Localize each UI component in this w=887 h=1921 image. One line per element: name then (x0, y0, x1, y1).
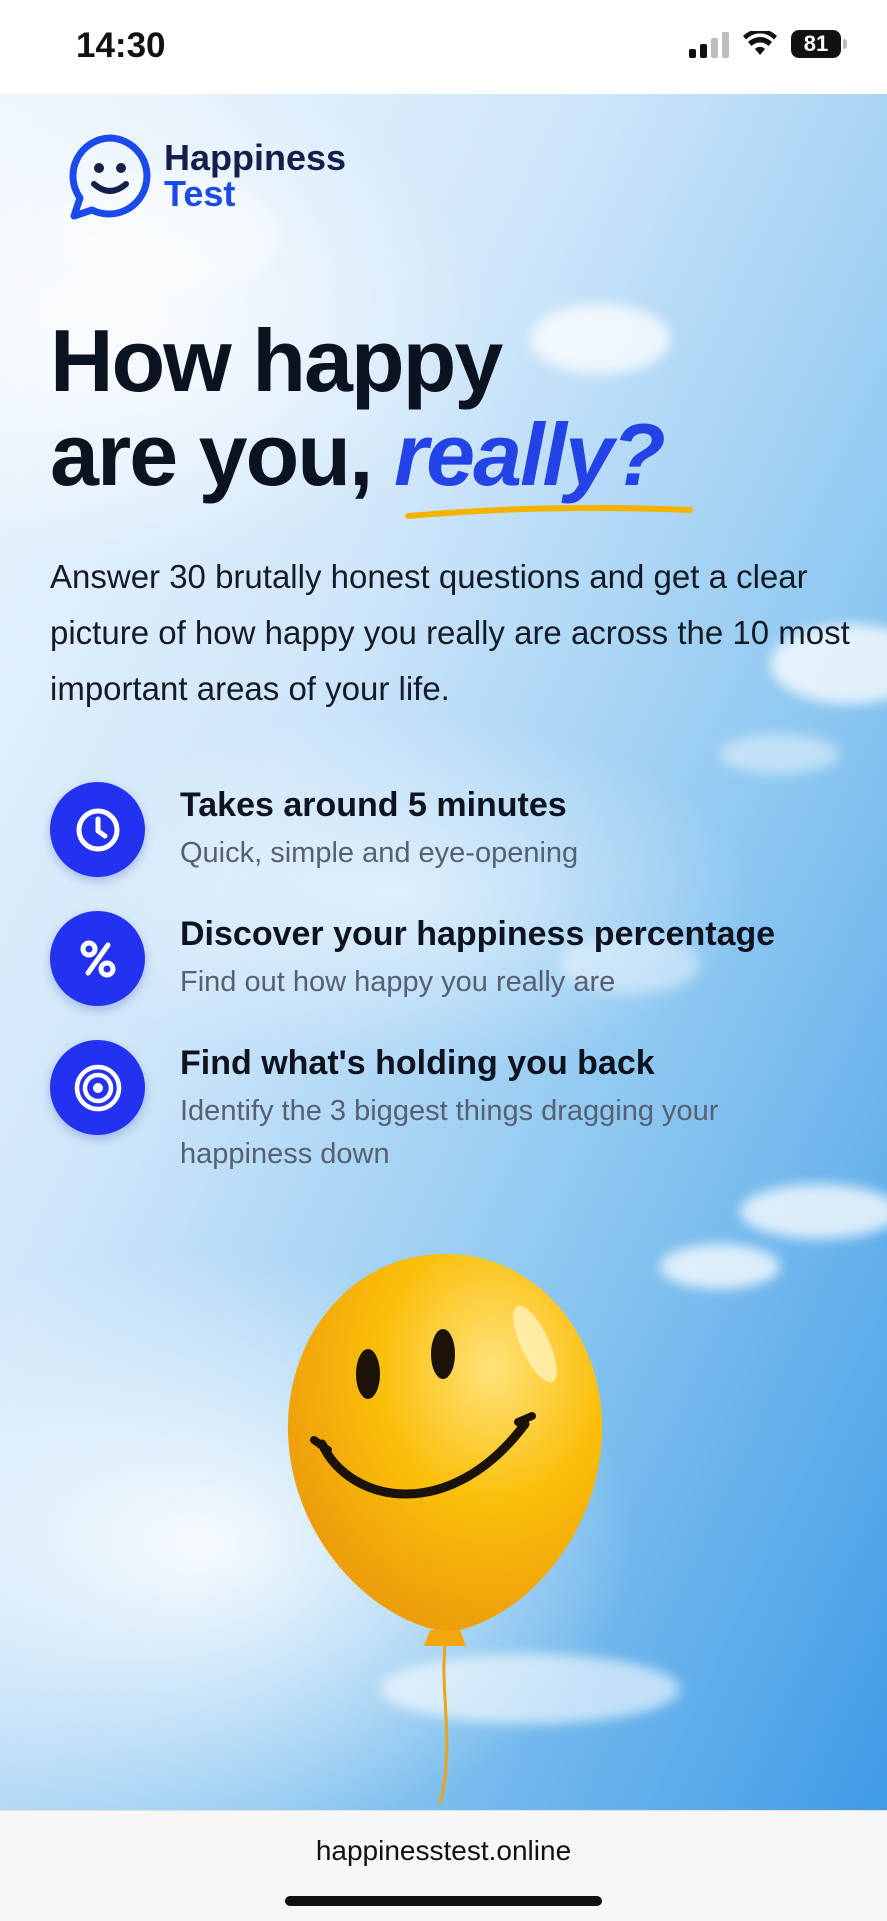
brand-name-line1: Happiness (164, 137, 347, 178)
hero-section: Happiness Test How happy are you, really… (0, 94, 887, 1810)
battery-icon: 81 (791, 30, 847, 58)
feature-description: Find out how happy you really are (180, 966, 616, 998)
feature-item: Find what's holding you back Identify th… (50, 1040, 870, 1170)
browser-bottom-bar: happinesstest.online (0, 1810, 887, 1921)
feature-item: Discover your happiness percentage Find … (50, 911, 870, 1011)
status-time: 14:30 (76, 26, 166, 65)
brand-name-line2: Test (164, 173, 236, 214)
address-bar-url[interactable]: happinesstest.online (0, 1835, 887, 1867)
feature-title: Find what's holding you back (180, 1044, 655, 1082)
smiley-balloon-image (287, 1254, 603, 1805)
smiley-chat-icon (69, 134, 151, 220)
home-indicator[interactable] (285, 1896, 602, 1906)
battery-level: 81 (803, 31, 829, 56)
underline-swoosh (405, 505, 693, 519)
headline-line2-prefix: are you, (50, 405, 373, 504)
feature-title: Discover your happiness percentage (180, 915, 776, 953)
target-icon (50, 1040, 145, 1135)
status-bar: 14:30 81 (0, 0, 887, 94)
intro-text: Answer 30 brutally honest questions and … (50, 558, 850, 707)
status-icons: 81 (689, 30, 847, 58)
percent-icon (50, 911, 145, 1006)
brand-logo[interactable]: Happiness Test (66, 132, 346, 220)
headline-accent: really? (393, 405, 666, 504)
clock-icon (50, 782, 145, 877)
wifi-icon (743, 31, 777, 55)
feature-description: Quick, simple and eye-opening (180, 837, 579, 869)
feature-item: Takes around 5 minutes Quick, simple and… (50, 782, 870, 882)
feature-title: Takes around 5 minutes (180, 786, 567, 824)
feature-description: Identify the 3 biggest things dragging y… (180, 1095, 719, 1170)
headline-line1: How happy (50, 311, 503, 410)
page-title: How happy are you, really? (50, 311, 666, 504)
cellular-signal-icon (689, 30, 729, 58)
